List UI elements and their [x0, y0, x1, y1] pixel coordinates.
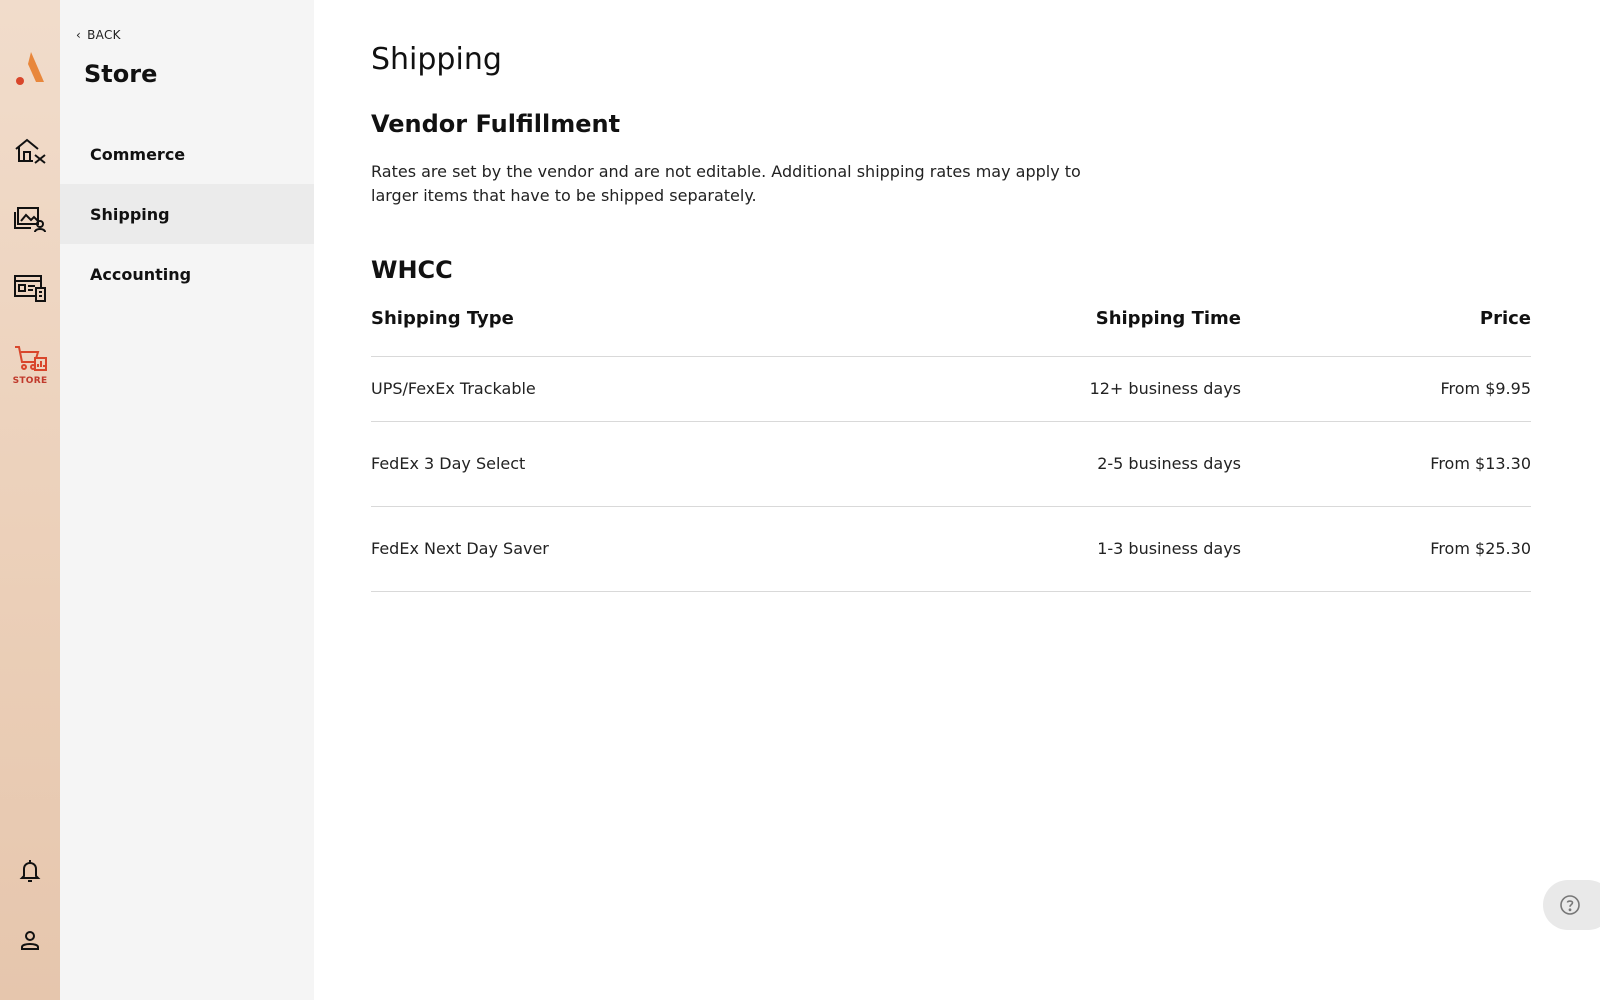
vendor-fulfillment-description: Rates are set by the vendor and are not …: [371, 162, 1081, 205]
shipping-time-cell: 2-5 business days: [991, 421, 1241, 507]
help-button[interactable]: [1543, 880, 1600, 930]
shipping-time-cell: 1-3 business days: [991, 506, 1241, 592]
table-row: FedEx 3 Day Select 2-5 business days Fro…: [371, 421, 1531, 507]
page-title: Shipping: [371, 42, 502, 77]
store-subnav: ‹ BACK Store Commerce Shipping Accountin…: [60, 0, 314, 1000]
subnav-item-label: Accounting: [90, 264, 192, 284]
chevron-left-icon: ‹: [76, 28, 82, 42]
subnav-item-shipping[interactable]: Shipping: [60, 184, 314, 244]
column-header-price: Price: [1241, 300, 1531, 357]
subnav-item-label: Shipping: [90, 204, 170, 224]
rail-item-website[interactable]: [0, 263, 60, 313]
rail-item-galleries[interactable]: [0, 194, 60, 244]
gallery-client-icon: [14, 207, 46, 233]
rail-store-label: STORE: [12, 376, 48, 386]
subnav-item-accounting[interactable]: Accounting: [60, 244, 314, 304]
shipping-type-cell: UPS/FexEx Trackable: [371, 356, 991, 422]
brand-logo[interactable]: [14, 48, 46, 88]
profile-icon: [21, 931, 39, 950]
lab-heading: WHCC: [371, 256, 453, 284]
home-settings-icon: [15, 138, 46, 164]
rail-item-store[interactable]: STORE: [0, 342, 60, 388]
website-builder-icon: [14, 275, 46, 302]
shipping-rates-table: Shipping Type Shipping Time Price UPS/Fe…: [371, 300, 1531, 592]
shipping-type-cell: FedEx 3 Day Select: [371, 421, 991, 507]
back-label: BACK: [87, 28, 121, 42]
rail-item-notifications[interactable]: [0, 846, 60, 896]
bell-icon: [19, 860, 41, 882]
store-cart-icon: [15, 346, 47, 371]
price-cell: From $9.95: [1241, 356, 1531, 422]
help-icon: [1560, 895, 1580, 915]
rail-item-profile[interactable]: [0, 915, 60, 965]
table-row: FedEx Next Day Saver 1-3 business days F…: [371, 506, 1531, 592]
column-header-shipping-time: Shipping Time: [991, 300, 1241, 357]
price-cell: From $13.30: [1241, 421, 1531, 507]
price-cell: From $25.30: [1241, 506, 1531, 592]
shipping-type-cell: FedEx Next Day Saver: [371, 506, 991, 592]
table-row: UPS/FexEx Trackable 12+ business days Fr…: [371, 356, 1531, 422]
subnav-item-label: Commerce: [90, 144, 186, 164]
vendor-fulfillment-heading: Vendor Fulfillment: [371, 110, 621, 138]
back-link[interactable]: ‹ BACK: [76, 28, 121, 42]
icon-rail: STORE: [0, 0, 60, 1000]
subnav-item-commerce[interactable]: Commerce: [60, 124, 314, 184]
shipping-time-cell: 12+ business days: [991, 356, 1241, 422]
column-header-shipping-type: Shipping Type: [371, 300, 991, 357]
table-header-row: Shipping Type Shipping Time Price: [371, 300, 1531, 357]
rail-item-home-settings[interactable]: [0, 125, 60, 175]
subnav-title: Store: [84, 60, 158, 88]
